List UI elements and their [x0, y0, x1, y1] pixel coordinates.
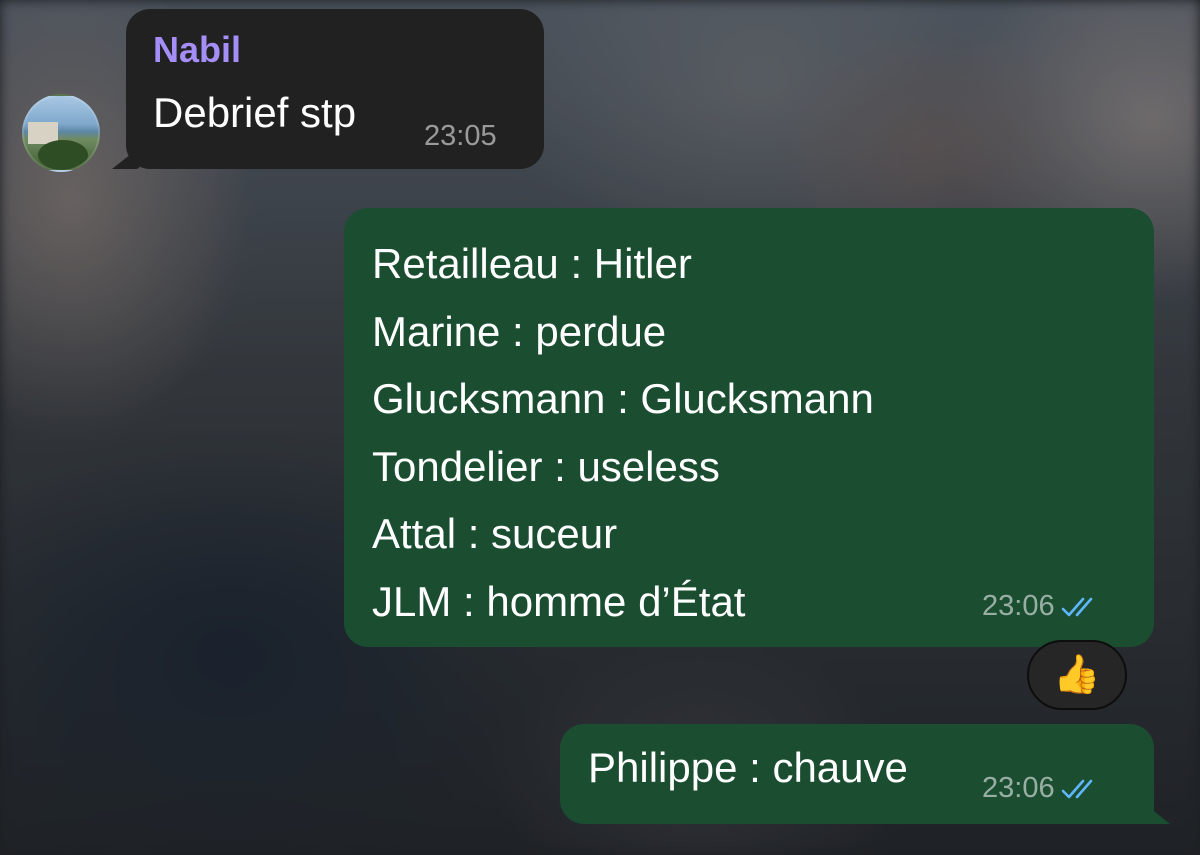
message-time: 23:05 — [424, 120, 497, 152]
message-text: Philippe : chauve — [588, 744, 908, 791]
message-time: 23:06 — [982, 590, 1055, 622]
message-line: Retailleau : Hitler — [372, 240, 692, 287]
message-line: Tondelier : useless — [372, 442, 720, 490]
avatar-tree — [38, 140, 88, 170]
chat-view: Nabil Debrief stp 23:05 Retailleau : Hit… — [0, 0, 1200, 855]
sender-name[interactable]: Nabil — [153, 29, 241, 71]
message-time: 23:06 — [982, 772, 1055, 804]
reaction-badge[interactable]: 👍 — [1027, 640, 1127, 710]
double-check-icon — [1061, 597, 1092, 616]
message-text: Debrief stp — [153, 89, 357, 136]
thumbs-up-icon: 👍 — [1053, 654, 1101, 696]
message-line: JLM : homme d’État — [372, 577, 746, 625]
double-check-icon — [1061, 779, 1092, 798]
outgoing-message-bubble[interactable]: Philippe : chauve 23:06 — [560, 724, 1170, 824]
message-line: Glucksmann : Glucksmann — [372, 375, 874, 422]
message-meta: 23:06 — [982, 590, 1103, 623]
message-line: Attal : suceur — [372, 510, 618, 557]
message-text: Retailleau : Hitler Marine : perdue Gluc… — [372, 230, 874, 635]
outgoing-message-bubble[interactable]: Retailleau : Hitler Marine : perdue Gluc… — [344, 208, 1154, 647]
message-meta: 23:06 — [982, 772, 1103, 805]
incoming-message-bubble[interactable]: Nabil Debrief stp 23:05 — [112, 9, 544, 169]
message-line: Marine : perdue — [372, 307, 667, 355]
sender-avatar[interactable] — [22, 94, 100, 172]
